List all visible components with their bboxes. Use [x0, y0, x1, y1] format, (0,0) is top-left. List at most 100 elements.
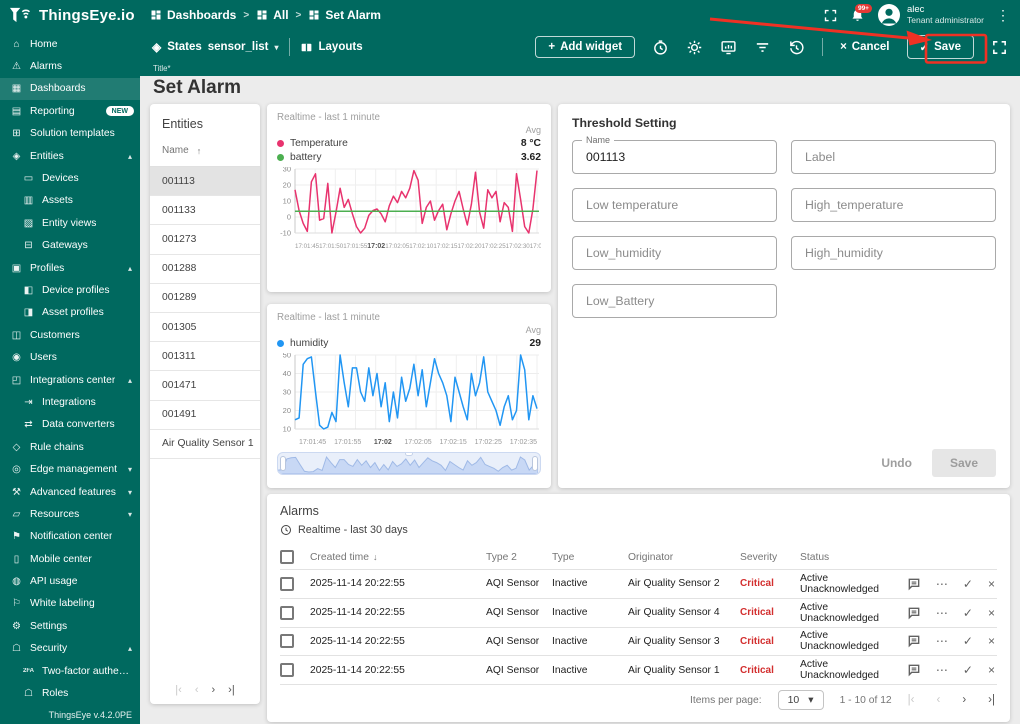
sidebar-item-rule-chains[interactable]: ◇ Rule chains: [0, 436, 140, 458]
sidebar-item-mobile-center[interactable]: ▯ Mobile center: [0, 548, 140, 570]
alarm-acknowledge-button[interactable]: ✓: [963, 663, 973, 677]
sidebar-item-alarms[interactable]: ⚠ Alarms: [0, 55, 140, 77]
sidebar-item-devices[interactable]: ▭ Devices: [0, 167, 140, 189]
alarm-more-button[interactable]: ⋯: [936, 577, 948, 591]
entity-row[interactable]: Air Quality Sensor 1: [150, 430, 260, 459]
name-field[interactable]: Name 001113: [572, 135, 777, 174]
column-severity[interactable]: Severity: [740, 552, 800, 563]
alarm-clear-button[interactable]: ×: [988, 577, 995, 591]
column-originator[interactable]: Originator: [628, 552, 740, 563]
legend-item-humidity[interactable]: humidity 29: [277, 338, 541, 349]
breadcrumb-set-alarm[interactable]: Set Alarm: [308, 8, 381, 22]
sidebar-item-entity-views[interactable]: ▨ Entity views: [0, 212, 140, 234]
sidebar-item-customers[interactable]: ◫ Customers: [0, 324, 140, 346]
alarm-more-button[interactable]: ⋯: [936, 606, 948, 620]
alarm-comment-button[interactable]: [907, 634, 921, 648]
alarm-comment-button[interactable]: [907, 606, 921, 620]
alarm-comment-button[interactable]: [907, 577, 921, 591]
notifications-button[interactable]: 99+: [850, 3, 872, 23]
row-checkbox[interactable]: [280, 576, 294, 591]
low-humidity-field[interactable]: Low_humidity: [572, 236, 777, 270]
column-status[interactable]: Status: [800, 552, 889, 563]
version-history-button[interactable]: [788, 39, 805, 56]
sidebar-item-reporting[interactable]: ▤ Reporting NEW: [0, 100, 140, 122]
user-menu[interactable]: alec Tenant administrator: [877, 3, 984, 27]
breadcrumb-all[interactable]: All: [256, 8, 289, 22]
entity-row[interactable]: 001471: [150, 371, 260, 401]
high-humidity-field[interactable]: High_humidity: [791, 236, 996, 270]
entity-row[interactable]: 001113: [150, 167, 260, 197]
last-page-button[interactable]: ›|: [988, 694, 995, 706]
last-page-button[interactable]: ›|: [228, 684, 235, 696]
sidebar-item-asset-profiles[interactable]: ◨ Asset profiles: [0, 302, 140, 324]
column-created-time[interactable]: Created time ↓: [310, 552, 486, 563]
sidebar-item-entities[interactable]: ◈ Entities ▴: [0, 145, 140, 167]
sidebar-item-api-usage[interactable]: ◍ API usage: [0, 570, 140, 592]
entity-row[interactable]: 001288: [150, 255, 260, 284]
more-menu-button[interactable]: ⋮: [996, 7, 1010, 24]
states-button[interactable]: ◈ States sensor_list ▾: [152, 40, 279, 54]
alarm-row[interactable]: 2025-11-14 20:22:55 AQI Sensor Inactive Air…: [280, 656, 997, 686]
alarm-row[interactable]: 2025-11-14 20:22:55 AQI Sensor Inactive Air…: [280, 570, 997, 599]
entity-row[interactable]: 001133: [150, 196, 260, 226]
add-widget-button[interactable]: + Add widget: [535, 36, 636, 58]
column-type[interactable]: Type: [552, 552, 628, 563]
page-size-select[interactable]: 10 ▾: [777, 690, 824, 711]
select-all-checkbox[interactable]: [280, 550, 294, 564]
next-page-button[interactable]: ›: [962, 694, 966, 706]
entity-row[interactable]: 001311: [150, 342, 260, 372]
alarm-more-button[interactable]: ⋯: [936, 663, 948, 677]
low-battery-field[interactable]: Low_Battery: [572, 284, 777, 318]
entity-row[interactable]: 001491: [150, 401, 260, 430]
alarm-acknowledge-button[interactable]: ✓: [963, 606, 973, 620]
sidebar-item-edge-management[interactable]: ◎ Edge management ▾: [0, 458, 140, 480]
row-checkbox[interactable]: [280, 634, 294, 649]
expand-button[interactable]: [991, 39, 1008, 56]
alarm-clear-button[interactable]: ×: [988, 606, 995, 620]
undo-button[interactable]: Undo: [869, 449, 924, 477]
alarm-acknowledge-button[interactable]: ✓: [963, 634, 973, 648]
sidebar-item-data-converters[interactable]: ⇄ Data converters: [0, 414, 140, 436]
timewindow-button[interactable]: [652, 39, 669, 56]
alarm-clear-button[interactable]: ×: [988, 663, 995, 677]
legend-item-temperature[interactable]: Temperature 8 °C: [277, 138, 541, 149]
alarm-comment-button[interactable]: [907, 663, 921, 677]
low-temperature-field[interactable]: Low temperature: [572, 188, 777, 222]
first-page-button[interactable]: |‹: [175, 684, 182, 696]
chart-navigator[interactable]: [277, 452, 541, 475]
navigator-grip[interactable]: [405, 453, 413, 456]
entity-row[interactable]: 001305: [150, 313, 260, 343]
sidebar-item-advanced-features[interactable]: ⚒ Advanced features ▾: [0, 481, 140, 503]
label-field[interactable]: Label: [791, 140, 996, 174]
column-type2[interactable]: Type 2: [486, 552, 552, 563]
sidebar-item-integrations-center[interactable]: ◰ Integrations center ▴: [0, 369, 140, 391]
display-settings-button[interactable]: [720, 39, 737, 56]
sidebar-item-white-labeling[interactable]: ⚐ White labeling: [0, 593, 140, 615]
sidebar-item-gateways[interactable]: ⊟ Gateways: [0, 235, 140, 257]
alarm-acknowledge-button[interactable]: ✓: [963, 577, 973, 591]
sidebar-item-home[interactable]: ⌂ Home: [0, 33, 140, 55]
entity-row[interactable]: 001289: [150, 284, 260, 313]
cancel-button[interactable]: × Cancel: [840, 41, 889, 53]
first-page-button[interactable]: |‹: [908, 694, 915, 706]
row-checkbox[interactable]: [280, 605, 294, 620]
legend-item-battery[interactable]: battery 3.62: [277, 152, 541, 163]
prev-page-button[interactable]: ‹: [195, 684, 199, 696]
sidebar-item-profiles[interactable]: ▣ Profiles ▴: [0, 257, 140, 279]
sidebar-item-two-factor[interactable]: 2FA Two-factor authenticati...: [0, 660, 140, 682]
high-temperature-field[interactable]: High_temperature: [791, 188, 996, 222]
sidebar-item-settings[interactable]: ⚙ Settings: [0, 615, 140, 637]
sidebar-item-resources[interactable]: ▱ Resources ▾: [0, 503, 140, 525]
threshold-save-button[interactable]: Save: [931, 449, 996, 477]
sidebar-item-dashboards[interactable]: ▦ Dashboards: [0, 77, 140, 101]
next-page-button[interactable]: ›: [212, 684, 216, 696]
page-title[interactable]: Set Alarm: [153, 77, 241, 98]
sidebar-item-assets[interactable]: ▥ Assets: [0, 190, 140, 212]
alarms-timewindow[interactable]: Realtime - last 30 days: [280, 524, 997, 536]
breadcrumb-dashboards[interactable]: Dashboards: [150, 8, 236, 22]
alarm-clear-button[interactable]: ×: [988, 634, 995, 648]
entity-filter-button[interactable]: [754, 39, 771, 56]
sidebar-item-security[interactable]: ☖ Security ▴: [0, 638, 140, 660]
app-logo[interactable]: ThingsEye.io: [8, 5, 150, 25]
save-button[interactable]: ✓ Save: [906, 35, 974, 59]
